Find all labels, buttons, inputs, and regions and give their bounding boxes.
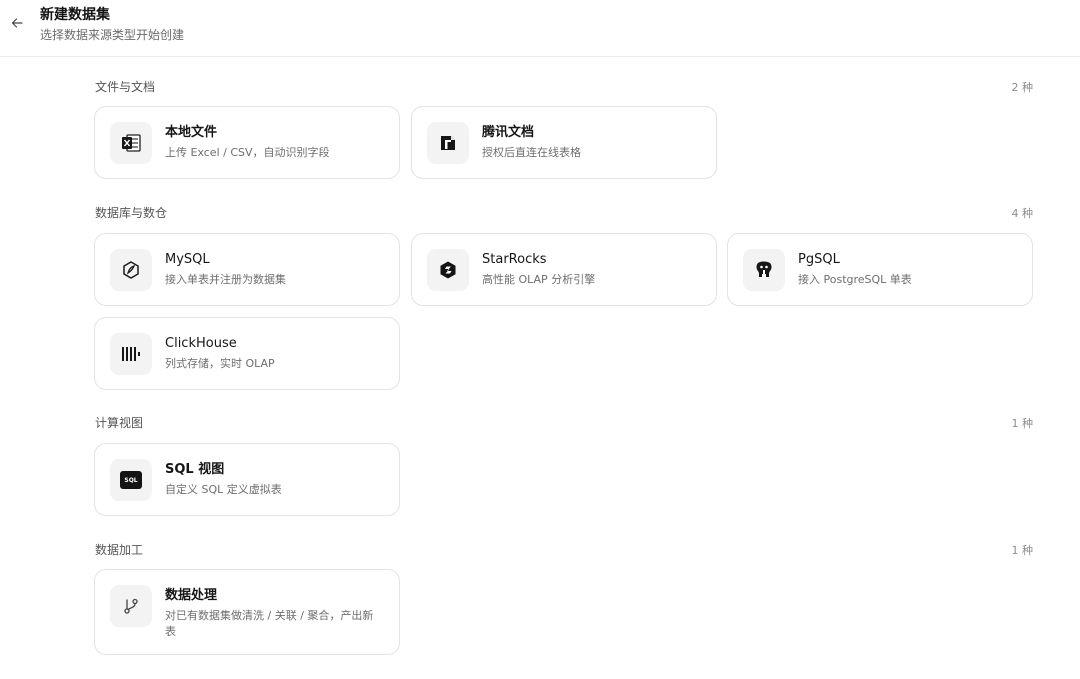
section-count-processing: 1 种 (1011, 544, 1034, 557)
card-description: 高性能 OLAP 分析引擎 (482, 273, 596, 286)
section-count-views: 1 种 (1011, 417, 1034, 430)
card-title: 数据处理 (165, 588, 218, 603)
card-tencent-docs[interactable]: 腾讯文档 授权后直连在线表格 (411, 106, 717, 179)
back-arrow-icon[interactable] (8, 14, 26, 32)
sql-icon: SQL (110, 459, 152, 501)
card-description: 授权后直连在线表格 (482, 146, 581, 159)
card-description: 对已有数据集做清洗 / 关联 / 聚合，产出新表 (165, 609, 374, 638)
section-count-databases: 4 种 (1011, 207, 1034, 220)
card-pgsql[interactable]: PgSQL 接入 PostgreSQL 单表 (727, 233, 1033, 306)
card-title: SQL 视图 (165, 462, 225, 477)
card-data-processing[interactable]: 数据处理 对已有数据集做清洗 / 关联 / 聚合，产出新表 (94, 569, 400, 655)
page-title: 新建数据集 (40, 7, 110, 23)
sql-icon-label: SQL (124, 476, 138, 484)
card-title: ClickHouse (165, 336, 237, 351)
clickhouse-icon (110, 333, 152, 375)
card-description: 接入 PostgreSQL 单表 (798, 273, 912, 286)
postgresql-icon (743, 249, 785, 291)
mysql-icon (110, 249, 152, 291)
starrocks-icon (427, 249, 469, 291)
section-label-databases: 数据库与数仓 (95, 206, 168, 220)
card-local-file[interactable]: 本地文件 上传 Excel / CSV，自动识别字段 (94, 106, 400, 179)
section-label-processing: 数据加工 (95, 543, 144, 557)
card-description: 上传 Excel / CSV，自动识别字段 (165, 146, 330, 159)
card-description: 列式存储，实时 OLAP (165, 357, 275, 370)
page-subtitle: 选择数据来源类型开始创建 (40, 28, 185, 42)
card-mysql[interactable]: MySQL 接入单表并注册为数据集 (94, 233, 400, 306)
card-description: 自定义 SQL 定义虚拟表 (165, 483, 282, 496)
branch-icon (110, 585, 152, 627)
section-label-files: 文件与文档 (95, 80, 156, 94)
card-starrocks[interactable]: StarRocks 高性能 OLAP 分析引擎 (411, 233, 717, 306)
card-sql-view[interactable]: SQL SQL 视图 自定义 SQL 定义虚拟表 (94, 443, 400, 516)
card-description: 接入单表并注册为数据集 (165, 273, 286, 286)
card-title: StarRocks (482, 252, 547, 267)
section-count-files: 2 种 (1011, 81, 1034, 94)
card-clickhouse[interactable]: ClickHouse 列式存储，实时 OLAP (94, 317, 400, 390)
card-title: 本地文件 (165, 125, 218, 140)
tencent-docs-icon (427, 122, 469, 164)
section-label-views: 计算视图 (95, 416, 144, 430)
card-title: MySQL (165, 252, 210, 267)
card-title: 腾讯文档 (482, 125, 535, 140)
card-title: PgSQL (798, 252, 840, 267)
excel-icon (110, 122, 152, 164)
page-header: 新建数据集 选择数据来源类型开始创建 (0, 0, 1080, 57)
